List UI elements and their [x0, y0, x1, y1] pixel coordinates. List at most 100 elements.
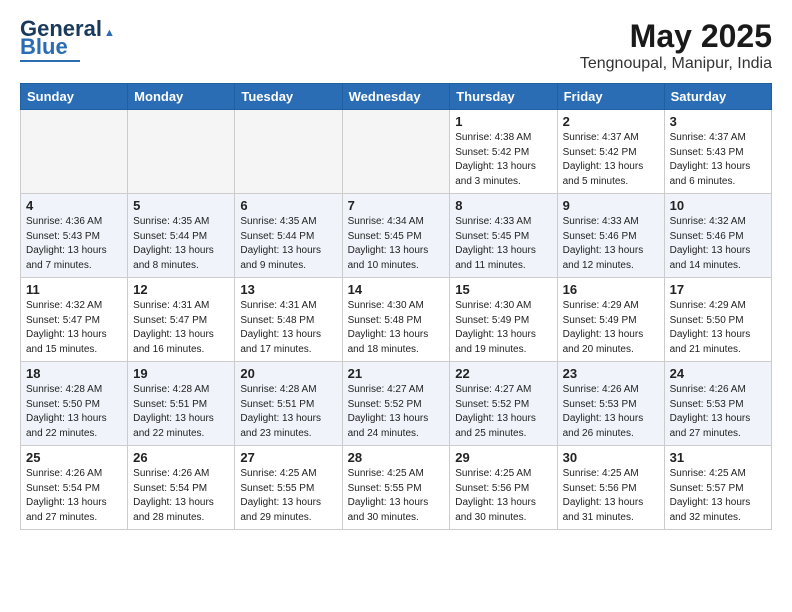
day-number: 23 [563, 366, 659, 381]
day-info: Sunrise: 4:37 AM Sunset: 5:42 PM Dayligh… [563, 131, 659, 189]
calendar-cell: 28 Sunrise: 4:25 AM Sunset: 5:55 PM Dayli… [342, 446, 450, 530]
day-number: 12 [133, 282, 229, 297]
day-info: Sunrise: 4:25 AM Sunset: 5:56 PM Dayligh… [563, 467, 659, 525]
day-info: Sunrise: 4:26 AM Sunset: 5:53 PM Dayligh… [670, 383, 766, 441]
calendar-week-3: 11 Sunrise: 4:32 AM Sunset: 5:47 PM Dayli… [21, 278, 772, 362]
day-number: 9 [563, 198, 659, 213]
calendar-week-2: 4 Sunrise: 4:36 AM Sunset: 5:43 PM Daylig… [21, 194, 772, 278]
logo: General▲ Blue [20, 18, 115, 62]
day-info: Sunrise: 4:26 AM Sunset: 5:53 PM Dayligh… [563, 383, 659, 441]
col-header-wednesday: Wednesday [342, 84, 450, 110]
col-header-thursday: Thursday [450, 84, 557, 110]
day-info: Sunrise: 4:28 AM Sunset: 5:50 PM Dayligh… [26, 383, 122, 441]
calendar-cell: 6Sunrise: 4:35 AM Sunset: 5:44 PM Daylig… [235, 194, 342, 278]
day-number: 28 [348, 450, 445, 465]
day-number: 17 [670, 282, 766, 297]
page-subtitle: Tengnoupal, Manipur, India [580, 55, 772, 73]
day-number: 11 [26, 282, 122, 297]
day-info: Sunrise: 4:28 AM Sunset: 5:51 PM Dayligh… [240, 383, 336, 441]
calendar-week-5: 25 Sunrise: 4:26 AM Sunset: 5:54 PM Dayli… [21, 446, 772, 530]
calendar-cell [128, 110, 235, 194]
title-block: May 2025 Tengnoupal, Manipur, India [580, 18, 772, 73]
day-info: Sunrise: 4:31 AM Sunset: 5:47 PM Dayligh… [133, 299, 229, 357]
page-title: May 2025 [580, 18, 772, 55]
calendar-cell: 22 Sunrise: 4:27 AM Sunset: 5:52 PM Dayli… [450, 362, 557, 446]
day-info: Sunrise: 4:32 AM Sunset: 5:47 PM Dayligh… [26, 299, 122, 357]
calendar-cell: 19 Sunrise: 4:28 AM Sunset: 5:51 PM Dayli… [128, 362, 235, 446]
calendar-cell [21, 110, 128, 194]
day-info: Sunrise: 4:33 AM Sunset: 5:46 PM Dayligh… [563, 215, 659, 273]
calendar-cell: 14Sunrise: 4:30 AM Sunset: 5:48 PM Dayli… [342, 278, 450, 362]
col-header-saturday: Saturday [664, 84, 771, 110]
calendar-week-4: 18 Sunrise: 4:28 AM Sunset: 5:50 PM Dayli… [21, 362, 772, 446]
day-number: 29 [455, 450, 551, 465]
calendar-cell: 21 Sunrise: 4:27 AM Sunset: 5:52 PM Dayli… [342, 362, 450, 446]
day-info: Sunrise: 4:32 AM Sunset: 5:46 PM Dayligh… [670, 215, 766, 273]
day-info: Sunrise: 4:35 AM Sunset: 5:44 PM Dayligh… [133, 215, 229, 273]
col-header-sunday: Sunday [21, 84, 128, 110]
day-number: 15 [455, 282, 551, 297]
day-number: 10 [670, 198, 766, 213]
calendar-cell: 15 Sunrise: 4:30 AM Sunset: 5:49 PM Dayli… [450, 278, 557, 362]
calendar-cell: 2Sunrise: 4:37 AM Sunset: 5:42 PM Daylig… [557, 110, 664, 194]
calendar-cell: 11 Sunrise: 4:32 AM Sunset: 5:47 PM Dayli… [21, 278, 128, 362]
day-number: 21 [348, 366, 445, 381]
calendar-cell: 9 Sunrise: 4:33 AM Sunset: 5:46 PM Daylig… [557, 194, 664, 278]
calendar-cell: 4 Sunrise: 4:36 AM Sunset: 5:43 PM Daylig… [21, 194, 128, 278]
day-number: 24 [670, 366, 766, 381]
day-info: Sunrise: 4:33 AM Sunset: 5:45 PM Dayligh… [455, 215, 551, 273]
page-header: General▲ Blue May 2025 Tengnoupal, Manip… [20, 18, 772, 73]
day-number: 27 [240, 450, 336, 465]
calendar-week-1: 1Sunrise: 4:38 AM Sunset: 5:42 PM Daylig… [21, 110, 772, 194]
day-number: 5 [133, 198, 229, 213]
day-info: Sunrise: 4:26 AM Sunset: 5:54 PM Dayligh… [133, 467, 229, 525]
calendar-cell: 29 Sunrise: 4:25 AM Sunset: 5:56 PM Dayli… [450, 446, 557, 530]
day-info: Sunrise: 4:35 AM Sunset: 5:44 PM Dayligh… [240, 215, 336, 273]
day-number: 25 [26, 450, 122, 465]
calendar-cell: 25 Sunrise: 4:26 AM Sunset: 5:54 PM Dayli… [21, 446, 128, 530]
calendar-cell: 13 Sunrise: 4:31 AM Sunset: 5:48 PM Dayli… [235, 278, 342, 362]
day-info: Sunrise: 4:25 AM Sunset: 5:57 PM Dayligh… [670, 467, 766, 525]
day-info: Sunrise: 4:37 AM Sunset: 5:43 PM Dayligh… [670, 131, 766, 189]
day-info: Sunrise: 4:29 AM Sunset: 5:50 PM Dayligh… [670, 299, 766, 357]
day-number: 16 [563, 282, 659, 297]
day-info: Sunrise: 4:38 AM Sunset: 5:42 PM Dayligh… [455, 131, 551, 189]
day-number: 14 [348, 282, 445, 297]
day-number: 4 [26, 198, 122, 213]
calendar-cell: 1Sunrise: 4:38 AM Sunset: 5:42 PM Daylig… [450, 110, 557, 194]
calendar-cell: 18 Sunrise: 4:28 AM Sunset: 5:50 PM Dayli… [21, 362, 128, 446]
day-info: Sunrise: 4:25 AM Sunset: 5:56 PM Dayligh… [455, 467, 551, 525]
col-header-monday: Monday [128, 84, 235, 110]
calendar-cell: 27Sunrise: 4:25 AM Sunset: 5:55 PM Dayli… [235, 446, 342, 530]
day-number: 30 [563, 450, 659, 465]
calendar-cell: 16 Sunrise: 4:29 AM Sunset: 5:49 PM Dayli… [557, 278, 664, 362]
day-info: Sunrise: 4:26 AM Sunset: 5:54 PM Dayligh… [26, 467, 122, 525]
day-info: Sunrise: 4:25 AM Sunset: 5:55 PM Dayligh… [348, 467, 445, 525]
day-number: 19 [133, 366, 229, 381]
day-number: 7 [348, 198, 445, 213]
day-number: 26 [133, 450, 229, 465]
calendar-cell: 17 Sunrise: 4:29 AM Sunset: 5:50 PM Dayli… [664, 278, 771, 362]
day-info: Sunrise: 4:28 AM Sunset: 5:51 PM Dayligh… [133, 383, 229, 441]
calendar-cell [235, 110, 342, 194]
calendar-table: SundayMondayTuesdayWednesdayThursdayFrid… [20, 83, 772, 530]
day-number: 8 [455, 198, 551, 213]
calendar-cell: 8 Sunrise: 4:33 AM Sunset: 5:45 PM Daylig… [450, 194, 557, 278]
day-info: Sunrise: 4:31 AM Sunset: 5:48 PM Dayligh… [240, 299, 336, 357]
day-info: Sunrise: 4:34 AM Sunset: 5:45 PM Dayligh… [348, 215, 445, 273]
day-number: 22 [455, 366, 551, 381]
calendar-header-row: SundayMondayTuesdayWednesdayThursdayFrid… [21, 84, 772, 110]
day-info: Sunrise: 4:36 AM Sunset: 5:43 PM Dayligh… [26, 215, 122, 273]
calendar-cell: 7 Sunrise: 4:34 AM Sunset: 5:45 PM Daylig… [342, 194, 450, 278]
day-info: Sunrise: 4:27 AM Sunset: 5:52 PM Dayligh… [455, 383, 551, 441]
day-number: 13 [240, 282, 336, 297]
calendar-cell: 31Sunrise: 4:25 AM Sunset: 5:57 PM Dayli… [664, 446, 771, 530]
day-number: 18 [26, 366, 122, 381]
day-info: Sunrise: 4:30 AM Sunset: 5:49 PM Dayligh… [455, 299, 551, 357]
day-number: 20 [240, 366, 336, 381]
day-info: Sunrise: 4:27 AM Sunset: 5:52 PM Dayligh… [348, 383, 445, 441]
day-info: Sunrise: 4:29 AM Sunset: 5:49 PM Dayligh… [563, 299, 659, 357]
logo-blue: Blue [20, 36, 68, 58]
calendar-cell [342, 110, 450, 194]
calendar-cell: 20 Sunrise: 4:28 AM Sunset: 5:51 PM Dayli… [235, 362, 342, 446]
